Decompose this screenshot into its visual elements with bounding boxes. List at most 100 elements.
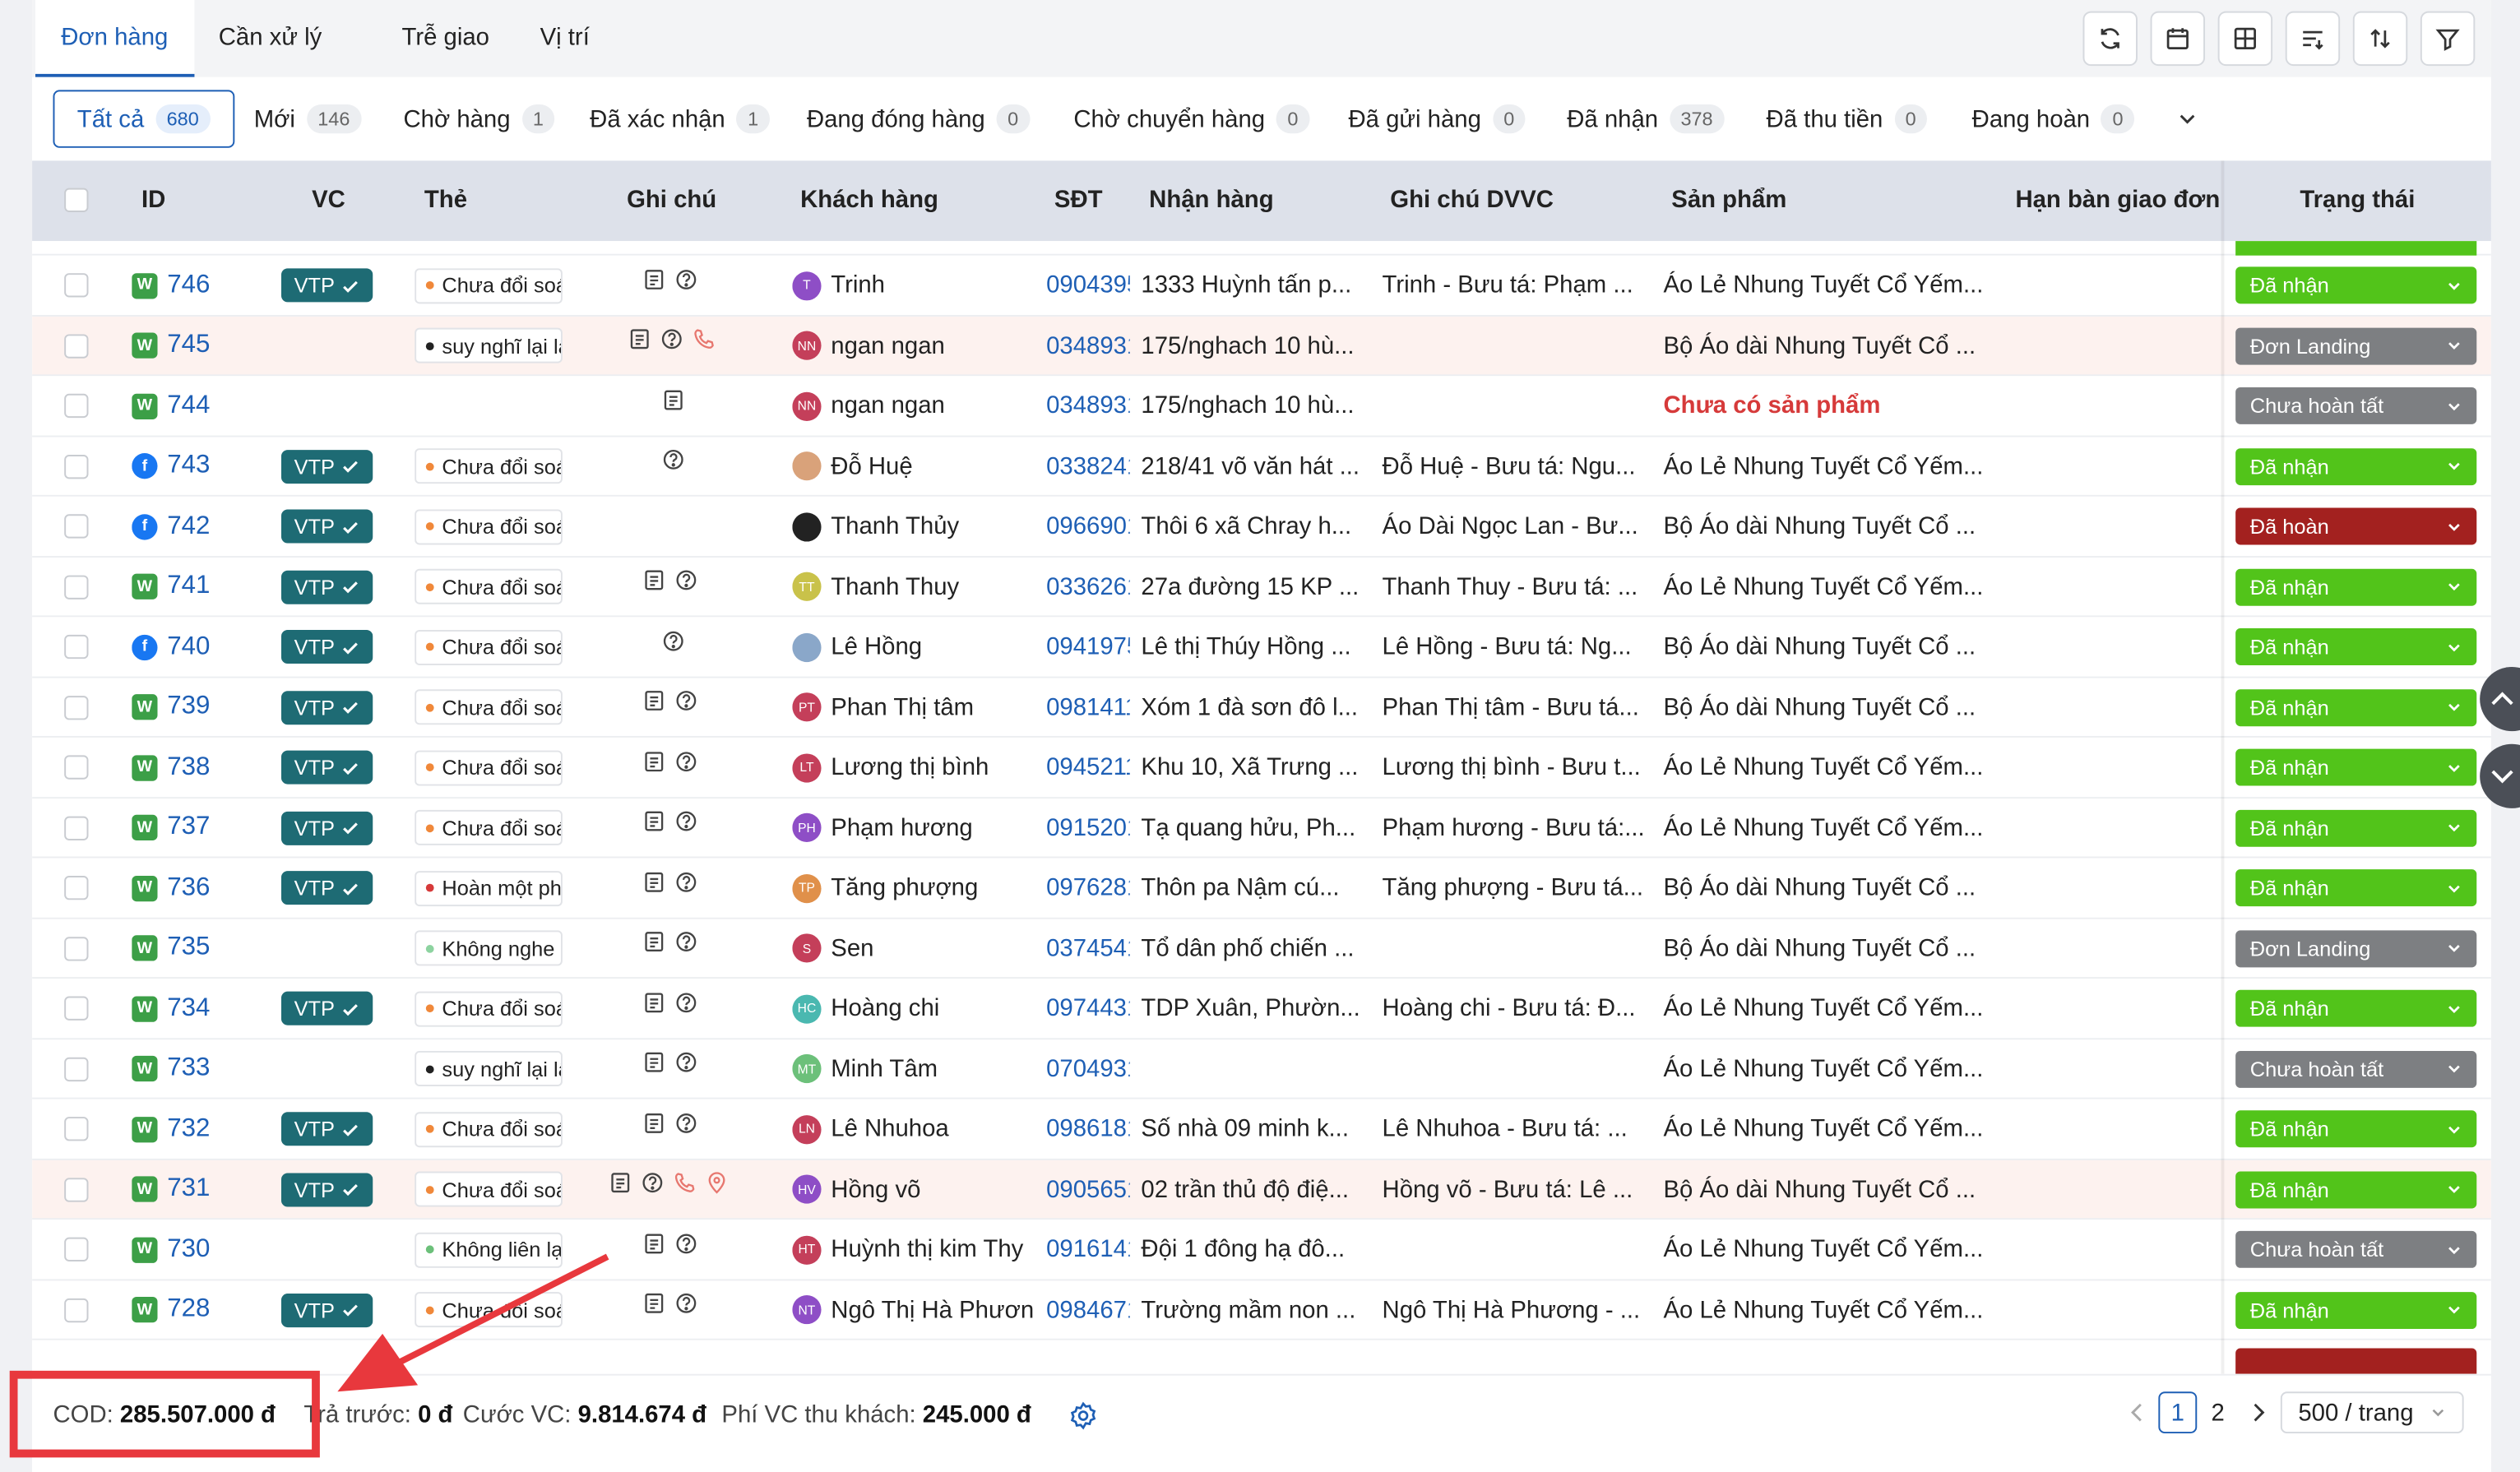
row-checkbox[interactable] [64,815,89,840]
phone-number[interactable]: 0336261 [1046,557,1130,617]
col-customer[interactable]: Khách hàng [800,160,938,241]
status-tab-waiting-goods[interactable]: Chờ hàng 1 [403,90,555,147]
phone-number[interactable]: 0348931 [1046,316,1130,376]
row-checkbox[interactable] [64,514,89,539]
col-id[interactable]: ID [141,160,165,241]
table-row[interactable]: W 732 VTP Chưa đổi soát LN Lê Nhuhoa 0986181 Số… [32,1099,2491,1160]
order-id[interactable]: W 736 [132,858,210,918]
status-select[interactable]: Chưa hoàn tất [2235,1050,2477,1087]
customer-cell[interactable]: TP Tăng phượng [792,858,1033,918]
order-tag[interactable]: Chưa đổi soát [415,1172,563,1208]
question-icon[interactable] [675,750,697,772]
table-row[interactable]: W 744 NN ngan ngan 0348931 175/nghach 10 hù..… [32,376,2491,437]
col-receive[interactable]: Nhận hàng [1149,160,1273,241]
table-row[interactable]: W 741 VTP Chưa đổi soát TT Thanh Thuy 0336261 2… [32,557,2491,618]
question-icon[interactable] [675,690,697,712]
phone-number[interactable]: 0905651 [1046,1160,1130,1220]
order-id[interactable]: W 739 [132,678,210,738]
question-icon[interactable] [675,569,697,591]
carrier-badge[interactable]: VTP [280,570,373,604]
phone-call-icon[interactable] [693,328,715,350]
note-icon[interactable] [643,750,665,772]
phone-number[interactable]: 0374541 [1046,919,1130,979]
row-checkbox[interactable] [64,333,89,358]
page-size-select[interactable]: 500 / trang [2280,1391,2464,1434]
phone-number[interactable]: 0966901 [1046,497,1130,557]
carrier-badge[interactable]: VTP [280,630,373,664]
question-icon[interactable] [675,1112,697,1134]
table-row[interactable]: W 733 suy nghĩ lại lấy MT Minh Tâm 0704931 Áo … [32,1039,2491,1099]
note-icon[interactable] [643,1232,665,1254]
customer-cell[interactable]: TT Thanh Thuy [792,557,1033,617]
status-select[interactable]: Đã nhận [2235,688,2477,726]
row-checkbox[interactable] [64,755,89,780]
status-tab-returning[interactable]: Đang hoàn 0 [1972,90,2135,147]
row-checkbox[interactable] [64,574,89,599]
carrier-badge[interactable]: VTP [280,1173,373,1207]
order-id[interactable]: W 745 [132,316,210,376]
status-tab-waiting-transfer[interactable]: Chờ chuyển hàng 0 [1073,90,1310,147]
note-icon[interactable] [643,569,665,591]
carrier-badge[interactable]: VTP [280,811,373,845]
order-tag[interactable]: suy nghĩ lại lấy [415,328,563,364]
col-deadline[interactable]: Hạn bàn giao đơn [2015,160,2220,241]
order-tag[interactable]: suy nghĩ lại lấy [415,1051,563,1087]
order-tag[interactable]: Chưa đổi soát [415,991,563,1027]
customer-cell[interactable]: LN Lê Nhuhoa [792,1099,1033,1160]
status-select[interactable]: Đã hoàn [2235,507,2477,545]
status-select[interactable]: Đã nhận [2235,989,2477,1027]
customer-cell[interactable]: NN ngan ngan [792,316,1033,376]
sort-list-button[interactable] [2285,11,2341,67]
col-product[interactable]: Sản phẩm [1671,160,1786,241]
customer-cell[interactable]: PH Phạm hương [792,798,1033,858]
status-select[interactable]: Đã nhận [2235,808,2477,846]
customer-cell[interactable]: PT Phan Thị tâm [792,678,1033,738]
status-select[interactable]: Đã nhận [2235,266,2477,304]
row-checkbox[interactable] [64,454,89,479]
row-checkbox[interactable] [64,875,89,900]
row-checkbox[interactable] [64,936,89,961]
question-icon[interactable] [675,1051,697,1073]
table-row[interactable]: f 743 VTP Chưa đổi soát Đỗ Huệ 0338241 218/41 … [32,436,2491,497]
order-id[interactable]: W 735 [132,919,210,979]
calendar-button[interactable] [2150,11,2206,67]
row-checkbox[interactable] [64,273,89,298]
phone-number[interactable]: 0916141 [1046,1220,1130,1280]
note-icon[interactable] [643,1293,665,1315]
question-icon[interactable] [675,1293,697,1315]
question-icon[interactable] [675,268,697,290]
phone-number[interactable]: 0976281 [1046,858,1130,918]
status-select[interactable]: Đã nhận [2235,748,2477,786]
sort-button[interactable] [2352,11,2408,67]
status-select[interactable]: Đã nhận [2235,1291,2477,1329]
table-row[interactable]: W 737 VTP Chưa đổi soát PH Phạm hương 0915201 T… [32,798,2491,859]
table-row[interactable]: W 738 VTP Chưa đổi soát LT Lương thị bình 0945… [32,737,2491,798]
order-tag[interactable]: Chưa đổi soát [415,689,563,725]
tab-to-process[interactable]: Cần xử lý [192,0,347,77]
refresh-button[interactable] [2082,11,2138,67]
note-icon[interactable] [643,991,665,1013]
question-icon[interactable] [675,1232,697,1254]
question-icon[interactable] [662,449,684,471]
carrier-badge[interactable]: VTP [280,992,373,1026]
note-icon[interactable] [662,388,684,410]
select-all-checkbox[interactable] [64,187,89,212]
status-tab-all[interactable]: Tất cả 680 [53,90,234,148]
tab-late-delivery[interactable]: Trễ giao [376,0,515,77]
question-icon[interactable] [675,871,697,893]
table-row[interactable]: W 735 Không nghe máy S Sen 0374541 Tổ dân phố … [32,918,2491,979]
tab-location[interactable]: Vị trí [514,0,615,77]
order-id[interactable]: W 728 [132,1280,210,1340]
order-tag[interactable]: Chưa đổi soát [415,750,563,786]
table-row[interactable]: W 739 VTP Chưa đổi soát PT Phan Thị tâm 098141… [32,677,2491,738]
status-tab-collected[interactable]: Đã thu tiền 0 [1767,90,1928,147]
carrier-badge[interactable]: VTP [280,268,373,303]
question-icon[interactable] [675,810,697,832]
row-checkbox[interactable] [64,1177,89,1201]
tab-orders[interactable]: Đơn hàng [35,0,194,77]
question-icon[interactable] [642,1172,664,1194]
summary-settings-button[interactable] [1068,1401,1097,1430]
order-tag[interactable]: Chưa đổi soát [415,569,563,605]
order-id[interactable]: W 733 [132,1039,210,1099]
status-select[interactable]: Đơn Landing [2235,929,2477,967]
